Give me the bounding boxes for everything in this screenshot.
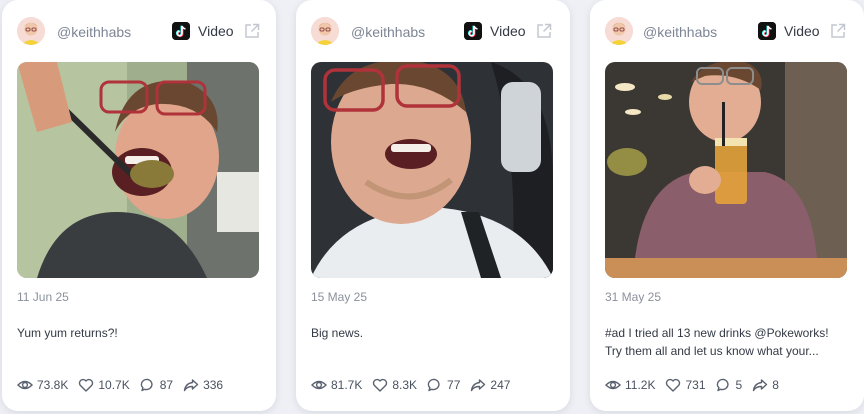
views-stat: 11.2K: [605, 377, 655, 393]
tiktok-icon: [464, 22, 482, 40]
share-icon: [752, 379, 768, 392]
share-icon: [183, 379, 199, 392]
eye-icon: [17, 380, 33, 390]
account-handle[interactable]: @keithhabs: [643, 24, 717, 40]
shares-stat: 336: [183, 377, 223, 393]
post-caption: #ad I tried all 13 new drinks @Pokeworks…: [605, 324, 847, 360]
video-thumbnail[interactable]: [17, 62, 259, 278]
views-count: 81.7K: [331, 378, 363, 392]
comments-count: 5: [735, 378, 743, 392]
post-date: 11 Jun 25: [17, 290, 69, 304]
video-thumbnail[interactable]: [311, 62, 553, 278]
eye-icon: [311, 380, 327, 390]
comment-icon: [140, 378, 153, 392]
comments-stat: 77: [427, 377, 460, 393]
avatar[interactable]: [311, 17, 339, 45]
avatar[interactable]: [605, 17, 633, 45]
post-type-label: Video: [490, 23, 526, 39]
post-type-label: Video: [784, 23, 820, 39]
avatar[interactable]: [17, 17, 45, 45]
post-caption: Big news.: [311, 324, 553, 342]
caption-line: Big news.: [311, 326, 364, 340]
likes-count: 8.3K: [392, 378, 418, 392]
shares-count: 247: [490, 378, 511, 392]
shares-stat: 8: [752, 377, 779, 393]
comments-stat: 5: [716, 377, 743, 393]
card-header: @keithhabs Video: [590, 14, 864, 50]
heart-icon: [79, 378, 94, 392]
comments-count: 77: [447, 378, 461, 392]
shares-stat: 247: [470, 377, 510, 393]
share-icon: [471, 379, 486, 392]
post-card[interactable]: @keithhabs Video: [2, 0, 276, 411]
shares-count: 336: [203, 378, 224, 392]
shares-count: 8: [772, 378, 779, 392]
caption-line: #ad I tried all 13 new drinks @Pokeworks…: [605, 326, 829, 340]
views-count: 73.8K: [37, 378, 69, 392]
post-stats: 11.2K 731 5 8: [605, 376, 789, 394]
card-header: @keithhabs Video: [296, 14, 570, 50]
card-header: @keithhabs Video: [2, 14, 276, 50]
comments-stat: 87: [140, 377, 173, 393]
external-link-icon[interactable]: [535, 22, 553, 40]
external-link-icon[interactable]: [243, 22, 261, 40]
heart-icon: [666, 378, 681, 392]
caption-line: Yum yum returns?!: [17, 326, 118, 340]
account-handle[interactable]: @keithhabs: [57, 24, 131, 40]
post-date: 15 May 25: [311, 290, 368, 304]
views-count: 11.2K: [625, 378, 656, 392]
post-card[interactable]: @keithhabs Video: [590, 0, 864, 411]
views-stat: 73.8K: [17, 377, 68, 393]
likes-stat: 10.7K: [78, 377, 130, 393]
video-thumbnail[interactable]: [605, 62, 847, 278]
caption-line: Try them all and let us know what your..…: [605, 344, 819, 358]
likes-count: 731: [685, 378, 706, 392]
post-stats: 81.7K 8.3K 77 247: [311, 376, 520, 394]
account-handle[interactable]: @keithhabs: [351, 24, 425, 40]
post-caption: Yum yum returns?!: [17, 324, 259, 342]
heart-icon: [373, 378, 388, 392]
likes-stat: 731: [665, 377, 706, 393]
tiktok-icon: [172, 22, 190, 40]
external-link-icon[interactable]: [829, 22, 847, 40]
comments-count: 87: [159, 378, 174, 392]
comment-icon: [716, 378, 729, 392]
post-stats: 73.8K 10.7K 87 336: [17, 376, 233, 394]
post-date: 31 May 25: [605, 290, 662, 304]
tiktok-icon: [758, 22, 776, 40]
eye-icon: [605, 380, 621, 390]
comment-icon: [427, 378, 440, 392]
post-card[interactable]: @keithhabs Video: [296, 0, 570, 411]
views-stat: 81.7K: [311, 377, 362, 393]
post-type-label: Video: [198, 23, 234, 39]
likes-count: 10.7K: [98, 378, 130, 392]
likes-stat: 8.3K: [372, 377, 417, 393]
